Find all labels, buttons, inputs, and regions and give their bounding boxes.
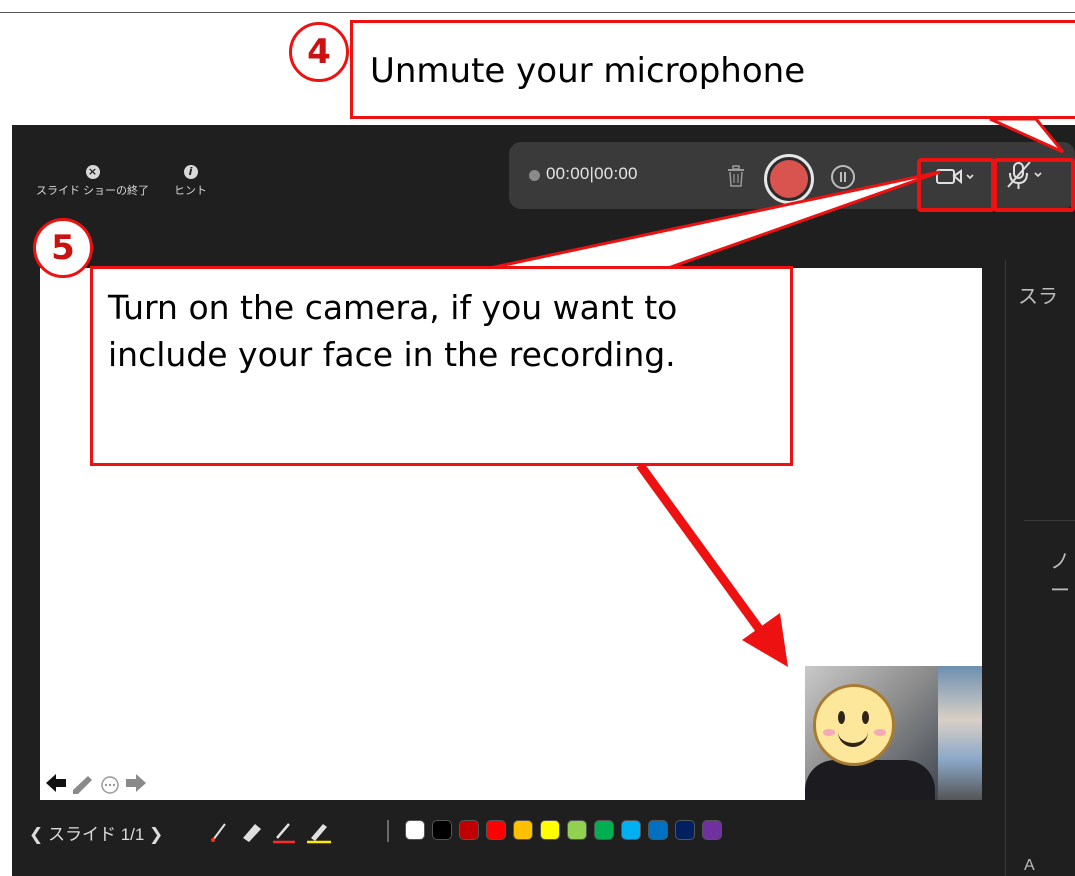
end-slideshow-button[interactable]: × スライド ショーの終了: [36, 165, 149, 198]
camera-background: [938, 666, 982, 800]
side-panel: スラ ノー A: [1005, 260, 1075, 876]
hint-button[interactable]: i ヒント: [174, 165, 207, 198]
side-panel-divider: [1024, 520, 1075, 521]
pen-color-swatch[interactable]: [675, 820, 695, 840]
step5-badge: 5: [33, 218, 93, 278]
pen-color-swatch[interactable]: [432, 820, 452, 840]
pen-color-swatch[interactable]: [459, 820, 479, 840]
top-border-line: [0, 12, 1075, 13]
step5-callout-text: Turn on the camera, if you want to inclu…: [108, 288, 678, 374]
laser-pointer-icon[interactable]: [211, 823, 226, 842]
step4-callout-text: Unmute your microphone: [370, 51, 806, 91]
next-arrow-icon[interactable]: [126, 774, 146, 792]
record-button[interactable]: [764, 154, 814, 204]
pen-color-swatches: [405, 820, 729, 840]
pen-color-swatch[interactable]: [567, 820, 587, 840]
toolbar-separator: [387, 820, 389, 842]
slide-annotation-controls: [46, 774, 146, 794]
camera-person: [805, 760, 935, 800]
eraser-icon[interactable]: [243, 824, 261, 842]
pen-color-swatch[interactable]: [594, 820, 614, 840]
pen-color-swatch[interactable]: [540, 820, 560, 840]
more-options-icon[interactable]: [101, 776, 119, 794]
pen-color-swatch[interactable]: [702, 820, 722, 840]
smiley-face-icon: [813, 684, 895, 766]
pen-color-swatch[interactable]: [648, 820, 668, 840]
previous-arrow-icon[interactable]: [46, 774, 66, 792]
trash-icon[interactable]: [725, 164, 747, 188]
pen-icon[interactable]: [73, 776, 92, 794]
font-size-control[interactable]: A: [1024, 857, 1035, 875]
close-circle-icon: ×: [85, 165, 100, 179]
pen-color-swatch[interactable]: [405, 820, 425, 840]
ink-tools: [211, 823, 331, 844]
step4-badge: 4: [289, 22, 349, 82]
side-panel-heading: スラ: [1018, 286, 1058, 308]
pen-color-swatch[interactable]: [486, 820, 506, 840]
highlighter-icon[interactable]: [307, 824, 331, 844]
recording-time: 00:00|00:00: [546, 164, 638, 183]
record-dot-icon: [770, 160, 808, 198]
info-icon: i: [183, 165, 198, 179]
pen-tool-icon[interactable]: [273, 823, 295, 844]
recording-window: × スライド ショーの終了 i ヒント 00:00|00:00 スラ ノー A …: [12, 125, 1075, 876]
hint-label: ヒント: [174, 185, 207, 197]
microphone-highlight: [993, 158, 1075, 212]
pen-color-swatch[interactable]: [621, 820, 641, 840]
slide-navigation[interactable]: ❮ スライド 1/1 ❯: [29, 820, 163, 845]
camera-highlight: [917, 158, 995, 212]
end-slideshow-label: スライド ショーの終了: [36, 185, 150, 197]
bottom-toolbar: ❮ スライド 1/1 ❯: [29, 818, 929, 844]
pen-color-swatch[interactable]: [513, 820, 533, 840]
notes-heading: ノー: [1050, 551, 1070, 602]
camera-preview: [805, 666, 982, 800]
recording-status-dot: [529, 170, 540, 181]
pause-button[interactable]: [831, 165, 855, 189]
